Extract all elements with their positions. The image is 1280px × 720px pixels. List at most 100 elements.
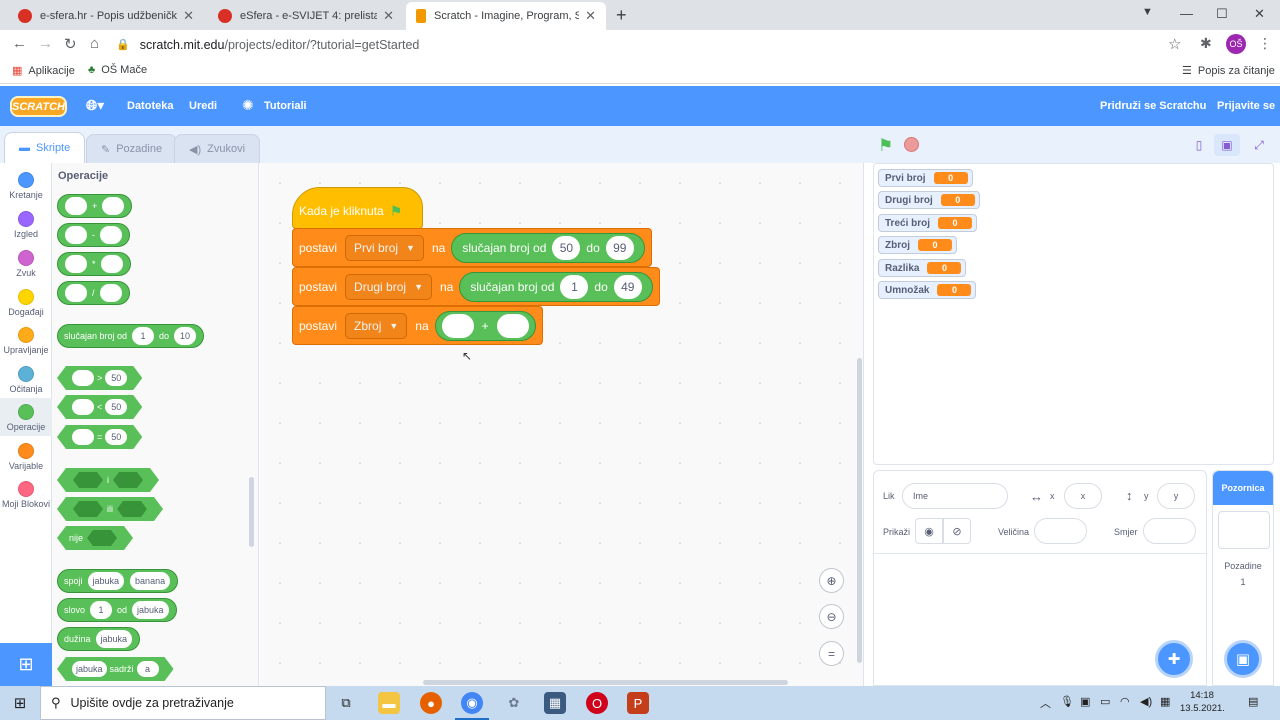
language-icon[interactable]: ▦ (1160, 695, 1170, 708)
close-tab-icon[interactable]: ✕ (585, 8, 596, 24)
stage[interactable]: Prvi broj 0 Drugi broj 0 Treći broj 0 Zbroj… (873, 163, 1274, 465)
taskbar-clock[interactable]: 14:18 13.5.2021. (1180, 689, 1225, 715)
taskbar-search[interactable]: ⚲ Upišite ovdje za pretraživanje (40, 686, 326, 720)
sprite-name-field[interactable]: Ime (902, 483, 1008, 509)
category-my-blocks[interactable]: Moji Blokovi (0, 475, 52, 513)
or-block[interactable]: ili (57, 497, 163, 521)
direction-field[interactable] (1143, 518, 1196, 544)
browser-menu-icon[interactable]: ⋮ (1258, 35, 1272, 52)
browser-tab-3-active[interactable]: Scratch - Imagine, Program, Shar ✕ (406, 2, 606, 30)
choose-backdrop-button[interactable]: ▣ (1224, 640, 1262, 678)
y-field[interactable]: y (1157, 483, 1195, 509)
file-explorer-icon[interactable]: ▬ (378, 692, 400, 714)
fullscreen-icon[interactable]: ⤢ (1246, 134, 1272, 156)
variable-monitor[interactable]: Zbroj 0 (878, 236, 957, 254)
browser-tab-2[interactable]: eSfera - e-SVIJET 4: prelistaj udžb ✕ (208, 2, 404, 30)
tab-code[interactable]: ▬ Skripte (4, 132, 86, 163)
vertical-scrollbar[interactable] (857, 358, 862, 663)
tab-sounds[interactable]: ◀) Zvukovi (174, 134, 261, 163)
subtract-block[interactable]: - (57, 223, 130, 247)
tab-backdrops[interactable]: ✎ Pozadine (86, 134, 178, 163)
zoom-in-button[interactable]: ⊕ (819, 568, 844, 593)
random-reporter[interactable]: slučajan broj od 1 do 49 (459, 271, 653, 302)
file-menu[interactable]: Datoteka (127, 100, 173, 112)
variable-dropdown[interactable]: Drugi broj ▼ (345, 273, 432, 300)
green-flag-icon[interactable]: ⚑ (878, 136, 893, 156)
tray-chevron-icon[interactable]: ︿ (1040, 695, 1051, 711)
edit-menu[interactable]: Uredi (189, 100, 217, 112)
home-icon[interactable]: ⌂ (90, 35, 99, 52)
set-variable-block[interactable]: postavi Drugi broj ▼ na slučajan broj od 1… (292, 267, 660, 306)
variable-dropdown[interactable]: Prvi broj ▼ (345, 234, 424, 261)
task-view-icon[interactable]: ⧉ (335, 692, 357, 714)
browser-tab-1[interactable]: e-sfera.hr - Popis udžbeničkih ko ✕ (8, 2, 204, 30)
variable-monitor[interactable]: Treći broj 0 (878, 214, 978, 232)
category-motion[interactable]: Kretanje (0, 166, 52, 204)
multiply-block[interactable]: * (57, 252, 131, 276)
tab-search-icon[interactable]: ▼ (1142, 6, 1153, 18)
category-control[interactable]: Upravljanje (0, 321, 52, 359)
horizontal-scrollbar[interactable] (423, 680, 788, 685)
powerpoint-icon[interactable]: P (627, 692, 649, 714)
reload-icon[interactable]: ↻ (64, 35, 77, 53)
firefox-icon[interactable]: ● (420, 692, 442, 714)
not-block[interactable]: nije (57, 526, 133, 550)
url-field[interactable]: 🔒 scratch.mit.edu /projects/editor/?tuto… (116, 33, 1196, 56)
category-operators[interactable]: Operacije (0, 398, 52, 436)
reading-list[interactable]: ☰ Popis za čitanje (1182, 64, 1275, 78)
and-block[interactable]: i (57, 468, 159, 492)
set-variable-block[interactable]: postavi Zbroj ▼ na + (292, 306, 543, 345)
less-than-block[interactable]: <50 (57, 395, 142, 419)
set-variable-block[interactable]: postavi Prvi broj ▼ na slučajan broj od 50… (292, 228, 652, 267)
script-area[interactable]: Kada je kliknuta ⚑ postavi Prvi broj ▼ na… (260, 163, 864, 686)
category-looks[interactable]: Izgled (0, 205, 52, 243)
small-stage-icon[interactable]: ▯ (1186, 134, 1212, 156)
maximize-icon[interactable]: ☐ (1216, 6, 1228, 22)
forward-icon[interactable]: → (38, 35, 53, 52)
calculator-icon[interactable]: ▦ (544, 692, 566, 714)
category-sound[interactable]: Zvuk (0, 244, 52, 282)
back-icon[interactable]: ← (12, 35, 27, 52)
length-block[interactable]: dužina jabuka (57, 627, 141, 651)
close-tab-icon[interactable]: ✕ (383, 8, 394, 24)
variable-monitor[interactable]: Umnožak 0 (878, 281, 977, 299)
stage-thumbnail[interactable] (1218, 511, 1270, 549)
tutorials-button[interactable]: Tutoriali (264, 100, 307, 112)
zoom-out-button[interactable]: ⊖ (819, 604, 844, 629)
stop-icon[interactable] (904, 137, 919, 152)
add-reporter[interactable]: + (434, 310, 536, 341)
join-block[interactable]: spoji jabuka banana (57, 569, 179, 593)
variable-monitor[interactable]: Drugi broj 0 (878, 191, 980, 209)
palette-scrollbar[interactable] (249, 477, 254, 547)
scratch-logo[interactable]: SCRATCH (10, 96, 67, 117)
size-field[interactable] (1034, 518, 1087, 544)
add-extension-button[interactable]: ⊞ (0, 643, 52, 686)
minimize-icon[interactable]: — (1180, 6, 1193, 21)
microphone-icon[interactable]: 🎙︎ (1060, 695, 1074, 708)
x-field[interactable]: x (1064, 483, 1102, 509)
equals-block[interactable]: = 50 (57, 425, 142, 449)
variable-monitor[interactable]: Razlika 0 (878, 259, 967, 277)
category-events[interactable]: Događaji (0, 283, 52, 321)
extensions-icon[interactable]: ✱ (1200, 35, 1212, 52)
variable-dropdown[interactable]: Zbroj ▼ (345, 312, 408, 339)
letter-of-block[interactable]: slovo 1 od jabuka (57, 598, 177, 622)
add-block[interactable]: + (57, 194, 133, 218)
normal-stage-icon[interactable]: ▣ (1214, 134, 1240, 156)
wifi-icon[interactable]: ◠ (1120, 695, 1130, 708)
greater-than-block[interactable]: >50 (57, 366, 142, 390)
hide-sprite-button[interactable]: ⊘ (943, 518, 971, 544)
close-window-icon[interactable]: ✕ (1254, 6, 1265, 22)
choose-sprite-button[interactable]: ✚ (1155, 640, 1193, 678)
category-sensing[interactable]: Očitanja (0, 360, 52, 398)
windows-start-icon[interactable]: ⊞ (0, 686, 40, 720)
divide-block[interactable]: / (57, 281, 130, 305)
random-block[interactable]: slučajan broj od 1 do 10 (57, 324, 205, 348)
join-scratch-link[interactable]: Pridruži se Scratchu (1100, 100, 1206, 112)
language-globe-icon[interactable]: 🌐︎▾ (86, 97, 104, 114)
show-sprite-button[interactable]: ◉ (915, 518, 943, 544)
random-reporter[interactable]: slučajan broj od 50 do 99 (451, 232, 645, 263)
sign-in-link[interactable]: Prijavite se (1217, 100, 1275, 112)
opera-icon[interactable]: O (586, 692, 608, 714)
meet-icon[interactable]: ▣ (1080, 695, 1090, 708)
